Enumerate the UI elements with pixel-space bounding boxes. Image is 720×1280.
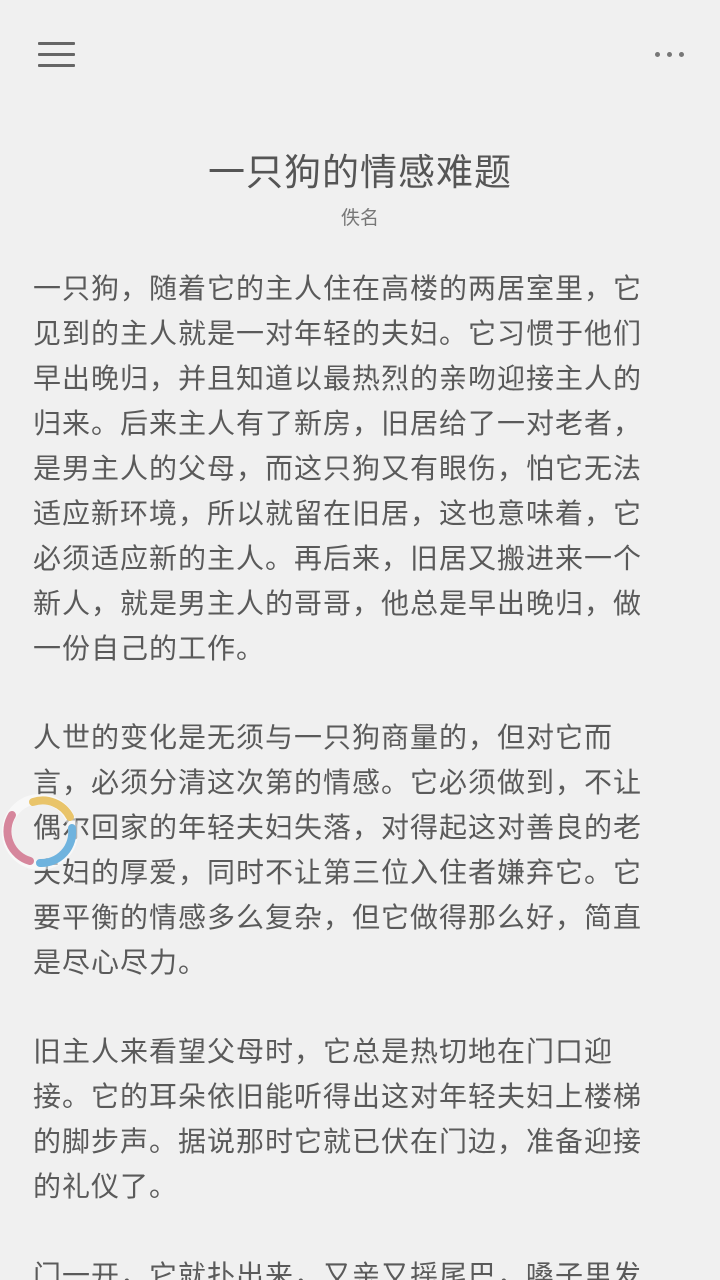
loading-spinner	[0, 790, 84, 874]
menu-button[interactable]	[26, 30, 86, 80]
article-paragraph: 门一开，它就扑出来，又亲又摇尾巴，嗓子里发	[33, 1259, 643, 1280]
more-options-button[interactable]	[640, 34, 700, 74]
article-view: 一只狗的情感难题 佚名 一只狗，随着它的主人住在高楼的两居室里，它见到的主人就是…	[0, 0, 720, 1280]
article-paragraph: 人世的变化是无须与一只狗商量的，但对它而言，必须分清这次第的情感。它必须做到，不…	[33, 721, 643, 979]
top-toolbar	[0, 0, 720, 110]
article-author: 佚名	[340, 207, 379, 229]
loading-spinner-icon	[2, 794, 78, 870]
article-paragraph: 一只狗，随着它的主人住在高楼的两居室里，它见到的主人就是一对年轻的夫妇。它习惯于…	[33, 272, 643, 665]
article-paragraph: 旧主人来看望父母时，它总是热切地在门口迎接。它的耳朵依旧能听得出这对年轻夫妇上楼…	[33, 1035, 643, 1203]
article-body: 一只狗，随着它的主人住在高楼的两居室里，它见到的主人就是一对年轻的夫妇。它习惯于…	[33, 266, 669, 1280]
article-title: 一只狗的情感难题	[208, 151, 512, 194]
